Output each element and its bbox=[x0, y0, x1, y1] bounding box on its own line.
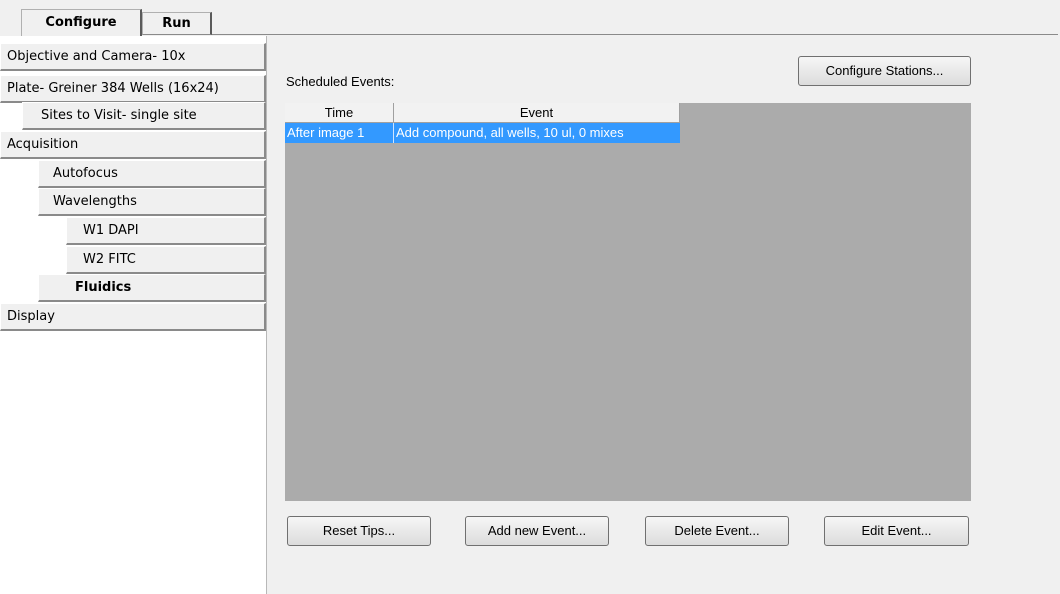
sidebar-item-w2-fitc[interactable]: W2 FITC bbox=[66, 246, 266, 274]
table-header: Time Event bbox=[285, 103, 680, 123]
cell-event: Add compound, all wells, 10 ul, 0 mixes bbox=[396, 125, 624, 140]
cell-time: After image 1 bbox=[285, 123, 394, 143]
panel-divider bbox=[266, 36, 267, 594]
sidebar-item-plate[interactable]: Plate- Greiner 384 Wells (16x24) bbox=[0, 75, 266, 103]
edit-event-button[interactable]: Edit Event... bbox=[824, 516, 969, 546]
column-header-time[interactable]: Time bbox=[285, 103, 394, 123]
sidebar-item-w1-dapi[interactable]: W1 DAPI bbox=[66, 217, 266, 245]
reset-tips-button[interactable]: Reset Tips... bbox=[287, 516, 431, 546]
column-header-event[interactable]: Event bbox=[394, 103, 680, 123]
sidebar-item-display[interactable]: Display bbox=[0, 303, 266, 331]
sidebar-item-autofocus[interactable]: Autofocus bbox=[38, 160, 266, 188]
sidebar-item-objective-camera[interactable]: Objective and Camera- 10x bbox=[0, 43, 266, 71]
sidebar-item-wavelengths[interactable]: Wavelengths bbox=[38, 188, 266, 216]
delete-event-button[interactable]: Delete Event... bbox=[645, 516, 789, 546]
scheduled-events-label: Scheduled Events: bbox=[286, 74, 395, 89]
sidebar-item-acquisition[interactable]: Acquisition bbox=[0, 131, 266, 159]
add-event-button[interactable]: Add new Event... bbox=[465, 516, 609, 546]
tab-divider bbox=[212, 34, 1058, 35]
sidebar-item-sites-to-visit[interactable]: Sites to Visit- single site bbox=[22, 102, 266, 130]
events-table[interactable]: Time Event After image 1 Add compound, a… bbox=[285, 103, 971, 501]
sidebar: Objective and Camera- 10x Plate- Greiner… bbox=[0, 36, 266, 594]
table-row[interactable]: After image 1 Add compound, all wells, 1… bbox=[285, 123, 680, 143]
tab-run[interactable]: Run bbox=[142, 12, 212, 35]
configure-stations-button[interactable]: Configure Stations... bbox=[798, 56, 971, 86]
tab-configure[interactable]: Configure bbox=[21, 9, 142, 36]
sidebar-item-fluidics[interactable]: Fluidics bbox=[38, 274, 266, 302]
tab-strip: Configure Run bbox=[0, 0, 1060, 36]
